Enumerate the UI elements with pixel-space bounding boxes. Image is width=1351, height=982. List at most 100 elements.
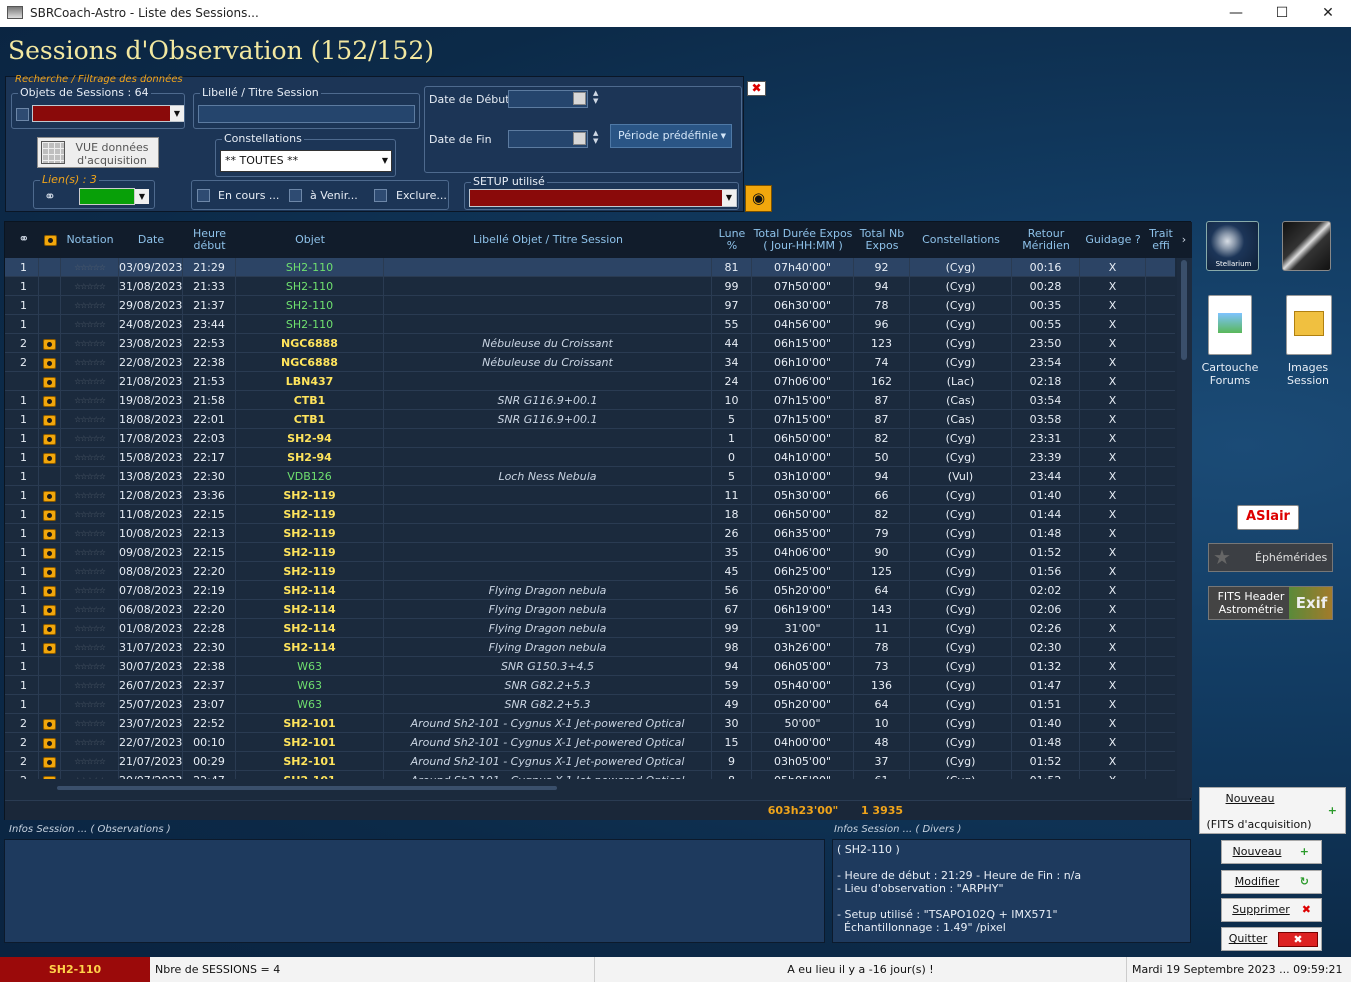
duree-cell: 50'00" — [752, 714, 854, 733]
eye-filter-icon[interactable]: ◉ — [745, 185, 772, 212]
table-row[interactable]: 1 ☆☆☆☆☆ 03/09/2023 21:29 SH2-110 81 07h40'00" 9… — [5, 258, 1175, 277]
images-session-label[interactable]: Images Session — [1276, 361, 1340, 387]
table-row[interactable]: 1 ☆☆☆☆☆ 18/08/2023 22:01 CTB1 SNR G116.9+00.1… — [5, 410, 1175, 429]
constellations-select[interactable]: ** TOUTES ** ▼ — [220, 150, 392, 172]
duree-cell: 07h40'00" — [752, 258, 854, 277]
table-row[interactable]: 1 ☆☆☆☆☆ 09/08/2023 22:15 SH2-119 35 04h06'00" 9… — [5, 543, 1175, 562]
duree-cell: 06h35'00" — [752, 524, 854, 543]
ephemerides-button[interactable]: ★ Éphémérides — [1208, 543, 1333, 572]
table-row[interactable]: 1 ☆☆☆☆☆ 06/08/2023 22:20 SH2-114 Flying Drago… — [5, 600, 1175, 619]
table-row[interactable]: 1 ☆☆☆☆☆ 31/07/2023 22:30 SH2-114 Flying Drago… — [5, 638, 1175, 657]
scroll-thumb[interactable] — [1181, 260, 1187, 360]
liens-select[interactable] — [79, 188, 135, 205]
header-meridien[interactable]: Retour Méridien — [1012, 222, 1080, 258]
exclure-checkbox[interactable] — [374, 189, 387, 202]
table-row[interactable]: 1 ☆☆☆☆☆ 10/08/2023 22:13 SH2-119 26 06h35'00" 7… — [5, 524, 1175, 543]
rating-stars-icon: ☆☆☆☆☆ — [61, 638, 119, 657]
table-row[interactable]: 1 ☆☆☆☆☆ 24/08/2023 23:44 SH2-110 55 04h56'00" 9… — [5, 315, 1175, 334]
table-row[interactable]: 2 ☆☆☆☆☆20/07/202322:47SH2-101Around Sh2-1… — [5, 771, 1175, 779]
vertical-scrollbar[interactable] — [1177, 258, 1192, 798]
table-row[interactable]: 2 ☆☆☆☆☆ 23/07/2023 22:52 SH2-101 Around Sh2-1… — [5, 714, 1175, 733]
table-row[interactable]: 1 ☆☆☆☆☆ 07/08/2023 22:19 SH2-114 Flying Drago… — [5, 581, 1175, 600]
heure-cell: 22:15 — [183, 505, 236, 524]
header-libelle[interactable]: Libellé Objet / Titre Session — [384, 222, 712, 258]
table-row[interactable]: 1 ☆☆☆☆☆ 08/08/2023 22:20 SH2-119 45 06h25'00" 1… — [5, 562, 1175, 581]
hscroll-thumb[interactable] — [57, 786, 557, 790]
header-duree[interactable]: Total Durée Expos ( Jour-HH:MM ) — [752, 222, 854, 258]
objet-cell: SH2-119 — [236, 524, 384, 543]
eye-icon — [43, 395, 56, 407]
nouveau-fits-button[interactable]: Nouveau (FITS d'acquisition) + — [1199, 787, 1346, 834]
objets-checkbox[interactable] — [16, 108, 29, 121]
header-lune[interactable]: Lune % — [712, 222, 752, 258]
table-row[interactable]: 1 ☆☆☆☆☆ 26/07/2023 22:37 W63 SNR G82.2+5.3 59 0… — [5, 676, 1175, 695]
table-row[interactable]: 2 ☆☆☆☆☆ 21/07/2023 00:29 SH2-101 Around Sh2-1… — [5, 752, 1175, 771]
nouveau-button[interactable]: Nouveau + — [1221, 840, 1322, 864]
quitter-button[interactable]: Quitter ✖ — [1221, 927, 1322, 951]
infos-obs-panel[interactable] — [4, 839, 825, 943]
table-row[interactable]: 1 ☆☆☆☆☆ 15/08/2023 22:17 SH2-94 0 04h10'00" 50(… — [5, 448, 1175, 467]
periode-dropdown[interactable]: Période prédéfinie ▼ — [610, 124, 732, 148]
date-debut-spinner[interactable]: ▲ ▼ — [593, 89, 598, 105]
heure-cell: 21:58 — [183, 391, 236, 410]
close-window-button[interactable]: ✕ — [1305, 0, 1351, 27]
chevron-right-icon[interactable]: › — [1177, 222, 1191, 258]
cartouche-icon[interactable] — [1208, 295, 1252, 355]
header-objet[interactable]: Objet — [236, 222, 384, 258]
header-traitement[interactable]: Trait effi — [1146, 222, 1176, 258]
traitement-cell — [1146, 448, 1175, 467]
table-row[interactable]: 2 ☆☆☆☆☆ 22/07/2023 00:10 SH2-101 Around Sh2-1… — [5, 733, 1175, 752]
header-guidage[interactable]: Guidage ? — [1080, 222, 1146, 258]
stellarium-icon[interactable]: Stellarium — [1206, 221, 1259, 271]
comet-icon[interactable] — [1282, 221, 1331, 271]
header-constellations[interactable]: Constellations — [910, 222, 1012, 258]
en-cours-checkbox[interactable] — [197, 189, 210, 202]
setup-select[interactable] — [469, 189, 737, 207]
setup-dropdown-icon[interactable]: ▼ — [722, 190, 736, 206]
horizontal-scrollbar[interactable] — [5, 780, 1175, 796]
table-row[interactable]: 1 ☆☆☆☆☆ 30/07/2023 22:38 W63 SNR G150.3+4.5 94… — [5, 657, 1175, 676]
vue-donnees-button[interactable]: VUE données d'acquisition — [37, 137, 159, 168]
traitement-cell — [1146, 334, 1175, 353]
rating-stars-icon: ☆☆☆☆☆ — [61, 619, 119, 638]
table-row[interactable]: 1 ☆☆☆☆☆ 01/08/2023 22:28 SH2-114 Flying Drago… — [5, 619, 1175, 638]
table-row[interactable]: ☆☆☆☆☆ 21/08/2023 21:53 LBN437 24 07h06'00" 162… — [5, 372, 1175, 391]
supprimer-button[interactable]: Supprimer ✖ — [1221, 898, 1322, 922]
minimize-button[interactable]: — — [1213, 0, 1259, 27]
infos-divers-panel[interactable]: ( SH2-110 ) - Heure de début : 21:29 - He… — [832, 839, 1191, 943]
calendar-icon[interactable] — [573, 92, 586, 105]
liens-dropdown-icon[interactable]: ▼ — [135, 189, 149, 204]
table-row[interactable]: 1 ☆☆☆☆☆ 17/08/2023 22:03 SH2-94 1 06h50'00" 82(… — [5, 429, 1175, 448]
calendar-icon[interactable] — [573, 132, 586, 145]
maximize-button[interactable]: ☐ — [1259, 0, 1305, 27]
asiair-button[interactable]: ASIair — [1237, 505, 1299, 530]
header-notation[interactable]: Notation — [61, 222, 119, 258]
fits-header-button[interactable]: FITS Header Astrométrie Exif — [1208, 586, 1333, 620]
libelle-input[interactable] — [198, 105, 415, 123]
header-date[interactable]: Date — [119, 222, 183, 258]
eye-column-icon[interactable] — [39, 222, 61, 258]
a-venir-checkbox[interactable] — [289, 189, 302, 202]
table-row[interactable]: 1 ☆☆☆☆☆ 25/07/2023 23:07 W63 SNR G82.2+5.3 49 0… — [5, 695, 1175, 714]
table-row[interactable]: 1 ☆☆☆☆☆ 12/08/2023 23:36 SH2-119 11 05h30'00" 6… — [5, 486, 1175, 505]
table-row[interactable]: 1 ☆☆☆☆☆ 11/08/2023 22:15 SH2-119 18 06h50'00" 8… — [5, 505, 1175, 524]
clear-filter-icon[interactable]: ✖ — [747, 81, 766, 96]
objets-select[interactable] — [32, 105, 184, 122]
table-row[interactable]: 1 ☆☆☆☆☆ 31/08/2023 21:33 SH2-110 99 07h50'00" 9… — [5, 277, 1175, 296]
table-row[interactable]: 1 ☆☆☆☆☆ 29/08/2023 21:37 SH2-110 97 06h30'00" 7… — [5, 296, 1175, 315]
header-heure[interactable]: Heure début — [183, 222, 236, 258]
link-column-icon[interactable]: ⚭ — [9, 222, 39, 258]
heure-cell: 22:19 — [183, 581, 236, 600]
table-row[interactable]: 2 ☆☆☆☆☆ 22/08/2023 22:38 NGC6888 Nébuleuse du… — [5, 353, 1175, 372]
table-row[interactable]: 1 ☆☆☆☆☆ 19/08/2023 21:58 CTB1 SNR G116.9+00.1… — [5, 391, 1175, 410]
table-row[interactable]: 1 ☆☆☆☆☆ 13/08/2023 22:30 VDB126 Loch Ness Neb… — [5, 467, 1175, 486]
table-row[interactable]: 2 ☆☆☆☆☆ 23/08/2023 22:53 NGC6888 Nébuleuse du… — [5, 334, 1175, 353]
heure-cell: 21:29 — [183, 258, 236, 277]
header-nb-expos[interactable]: Total Nb Expos — [854, 222, 910, 258]
objets-dropdown-icon[interactable]: ▼ — [170, 106, 184, 121]
images-session-icon[interactable] — [1286, 295, 1332, 355]
date-fin-spinner[interactable]: ▲ ▼ — [593, 129, 598, 145]
lune-cell: 45 — [712, 562, 752, 581]
modifier-button[interactable]: Modifier ↻ — [1221, 870, 1322, 894]
cartouche-label[interactable]: Cartouche Forums — [1198, 361, 1262, 387]
